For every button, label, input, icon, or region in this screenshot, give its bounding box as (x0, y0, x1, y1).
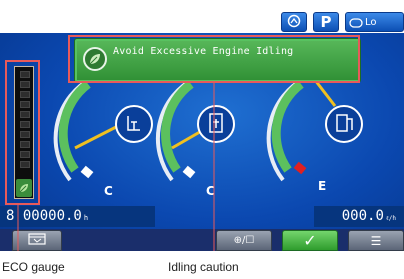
eco-gauge-caption: ECO gauge (2, 260, 65, 274)
monitor-screen: P Lo C C E Avoid Excessive Engine Idling… (0, 0, 404, 251)
fuel-rate-value: 000.0 ℓ/h (342, 208, 396, 224)
gauge-fuel: E (266, 76, 363, 193)
gauge-hydraulic: C (155, 76, 235, 198)
menu-button[interactable]: ☰ (348, 230, 404, 251)
fuel-rate-number: 000.0 (341, 208, 384, 224)
switch-display-label: ⊕/☐ (233, 235, 255, 246)
hour-meter-value: 8 00000.0 h (6, 208, 88, 224)
fuel-rate-unit: ℓ/h (385, 215, 396, 222)
hour-meter-number: 8 00000.0 (6, 208, 82, 224)
gauge-coolant: C (53, 76, 153, 198)
captions: ECO gauge Idling caution (0, 251, 404, 279)
idling-leaf-icon (83, 47, 107, 71)
idling-caution-text: Avoid Excessive Engine Idling (113, 46, 294, 57)
calendar-icon (28, 233, 46, 248)
confirm-button[interactable]: ✓ (282, 230, 338, 251)
idling-caution-caption: Idling caution (168, 260, 239, 274)
idling-caution-banner: Avoid Excessive Engine Idling (74, 38, 361, 83)
gauge-fuel-letter: E (318, 179, 326, 193)
gauge-coolant-letter: C (104, 184, 113, 198)
menu-icon: ☰ (370, 233, 382, 248)
fuel-rate-meter: 000.0 ℓ/h (314, 206, 404, 227)
odometer-bar: 8 00000.0 h 000.0 ℓ/h (0, 206, 404, 227)
bottom-button-row: ⊕/☐ ✓ ☰ (0, 229, 404, 251)
hour-meter: 8 00000.0 h (0, 206, 155, 227)
switch-display-button[interactable]: ⊕/☐ (216, 230, 272, 251)
gauge-hydraulic-letter: C (206, 184, 215, 198)
hour-meter-unit: h (83, 214, 89, 222)
eco-calendar-button[interactable] (12, 230, 62, 251)
check-icon: ✓ (303, 231, 317, 250)
